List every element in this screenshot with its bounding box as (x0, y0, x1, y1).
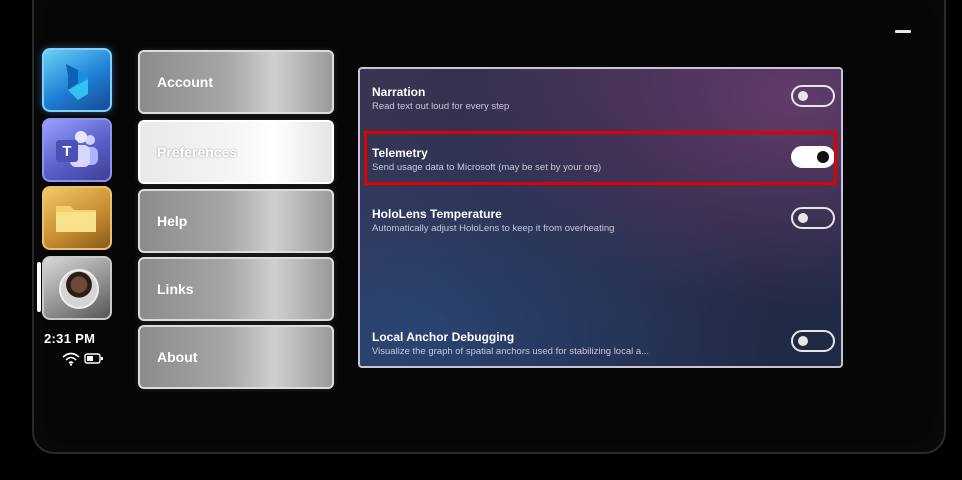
local-anchor-debugging-toggle[interactable] (791, 330, 835, 352)
setting-local-anchor-debugging: Local Anchor Debugging Visualize the gra… (370, 322, 835, 368)
dynamics-guides-icon (66, 64, 88, 100)
setting-title: Local Anchor Debugging (372, 330, 515, 344)
minimize-button[interactable] (895, 30, 911, 33)
app-tile-teams[interactable]: T (42, 118, 112, 182)
setting-hololens-temperature: HoloLens Temperature Automatically adjus… (370, 199, 835, 245)
wifi-icon (62, 352, 80, 366)
status-icons (62, 351, 106, 367)
setting-description: Visualize the graph of spatial anchors u… (372, 346, 650, 357)
avatar-icon (59, 269, 99, 309)
nav-preferences-label: Preferences (157, 144, 238, 160)
toggle-knob (798, 91, 808, 101)
nav-help-button[interactable]: Help (138, 189, 334, 253)
setting-narration: Narration Read text out loud for every s… (370, 77, 835, 123)
setting-description: Read text out loud for every step (372, 101, 510, 112)
setting-title: Narration (372, 85, 426, 99)
narration-toggle[interactable] (791, 85, 835, 107)
nav-help-label: Help (157, 213, 188, 229)
folder-icon (56, 206, 96, 232)
telemetry-highlight-box (364, 131, 837, 185)
nav-about-label: About (157, 349, 198, 365)
toggle-knob (798, 336, 808, 346)
screen: T 2:31 PM Account Preferences Help Links… (0, 0, 962, 480)
settings-panel: Narration Read text out loud for every s… (358, 67, 843, 368)
nav-account-button[interactable]: Account (138, 50, 334, 114)
nav-about-button[interactable]: About (138, 325, 334, 389)
nav-account-label: Account (157, 74, 213, 90)
app-tile-profile[interactable] (42, 256, 112, 320)
teams-letter: T (62, 143, 71, 160)
active-app-indicator (37, 262, 41, 312)
app-tile-files[interactable] (42, 186, 112, 250)
setting-description: Automatically adjust HoloLens to keep it… (372, 223, 615, 234)
app-tile-dynamics-guides[interactable] (42, 48, 112, 112)
teams-icon: T (56, 131, 98, 167)
clock-time: 2:31 PM (44, 331, 96, 346)
nav-links-label: Links (157, 281, 194, 297)
toggle-knob (798, 213, 808, 223)
battery-icon (84, 353, 103, 364)
setting-title: HoloLens Temperature (372, 207, 502, 221)
nav-preferences-button[interactable]: Preferences (138, 120, 334, 184)
hololens-temperature-toggle[interactable] (791, 207, 835, 229)
nav-links-button[interactable]: Links (138, 257, 334, 321)
